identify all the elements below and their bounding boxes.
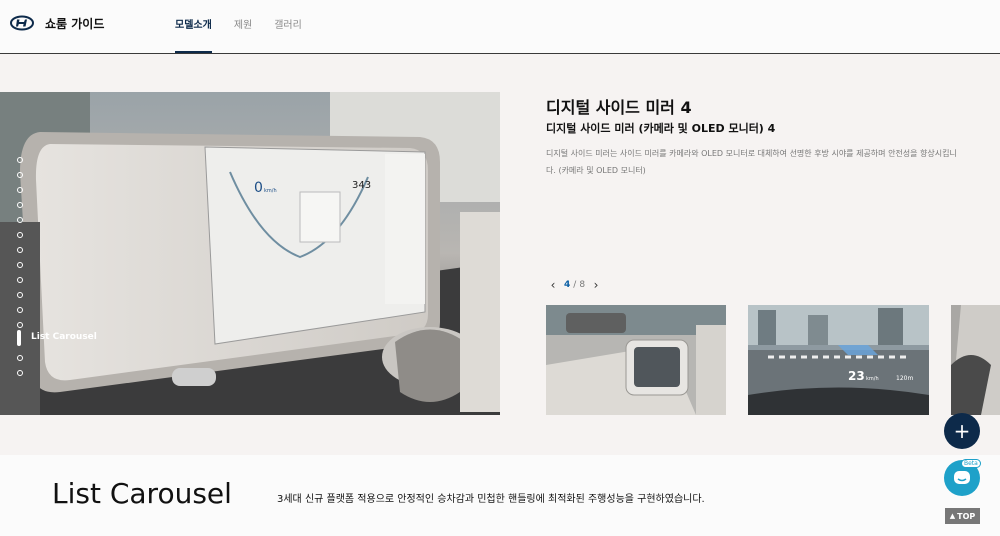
section-description: 3세대 신규 플랫폼 적용으로 안정적인 승차감과 민첩한 핸들링에 최적화된 …: [277, 494, 705, 505]
section-dot[interactable]: [17, 322, 23, 328]
chevron-right-icon[interactable]: ›: [589, 278, 603, 292]
section-dot[interactable]: [17, 370, 23, 376]
hero-speed-readout: 0: [254, 180, 263, 196]
car-interior-illustration: 0 km/h 343: [0, 92, 500, 415]
feature-description: 디지털 사이드 미러는 사이드 미러를 카메라와 OLED 모니터로 대체하여 …: [546, 149, 957, 175]
brand-title[interactable]: 쇼룸 가이드: [45, 15, 104, 32]
plus-icon: +: [953, 419, 971, 443]
section-dot[interactable]: [17, 217, 23, 223]
section-dot-active[interactable]: [17, 330, 21, 346]
hud-speed: 23: [848, 369, 865, 383]
plus-button[interactable]: +: [944, 413, 980, 449]
hud-image: 23 km/h 120m: [748, 305, 929, 415]
section-dot[interactable]: [17, 292, 23, 298]
section-dot[interactable]: [17, 355, 23, 361]
hero-speed-unit: km/h: [264, 188, 277, 194]
tab-specs[interactable]: 제원: [234, 16, 252, 54]
scroll-top-button[interactable]: ▲ TOP: [945, 508, 980, 524]
chevron-left-icon[interactable]: ‹: [546, 278, 560, 292]
thumb-hud-speed[interactable]: 23 km/h 120m: [748, 305, 929, 415]
section-dot-label[interactable]: List Carousel: [31, 332, 97, 342]
tab-gallery[interactable]: 갤러리: [274, 16, 302, 54]
pager-total: 8: [579, 280, 586, 290]
hero-image: 0 km/h 343: [0, 92, 500, 415]
pager-separator: /: [573, 280, 577, 290]
section-dot[interactable]: [17, 172, 23, 178]
thumb-partial[interactable]: [951, 305, 1000, 415]
section-dot[interactable]: [17, 307, 23, 313]
pager-current: 4: [564, 280, 571, 290]
partial-image: [951, 305, 1000, 415]
beta-badge: Beta: [961, 459, 981, 468]
section-dot[interactable]: [17, 187, 23, 193]
hyundai-logo-icon[interactable]: [10, 15, 34, 31]
section-dot[interactable]: [17, 157, 23, 163]
hud-distance: 120m: [896, 375, 913, 382]
feature-title: 디지털 사이드 미러 4: [546, 98, 692, 117]
main-nav: 모델소개 제원 갤러리: [175, 16, 324, 54]
hero-right-readout: 343: [352, 180, 371, 191]
top-label: TOP: [957, 511, 976, 521]
section-dot[interactable]: [17, 247, 23, 253]
side-mirror-image: [546, 305, 726, 415]
tab-model-intro[interactable]: 모델소개: [175, 16, 212, 53]
section-dot[interactable]: [17, 277, 23, 283]
section-dot[interactable]: [17, 232, 23, 238]
header: 쇼룸 가이드 모델소개 제원 갤러리: [0, 0, 1000, 54]
section-dot[interactable]: [17, 202, 23, 208]
caret-up-icon: ▲: [949, 512, 956, 520]
thumb-digital-side-mirror[interactable]: [546, 305, 726, 415]
feature-subtitle: 디지털 사이드 미러 (카메라 및 OLED 모니터) 4: [546, 122, 776, 135]
carousel-pager: ‹ 4 / 8 ›: [546, 278, 603, 292]
hud-unit: km/h: [866, 376, 879, 382]
section-title: List Carousel: [52, 477, 232, 510]
section-dot[interactable]: [17, 262, 23, 268]
